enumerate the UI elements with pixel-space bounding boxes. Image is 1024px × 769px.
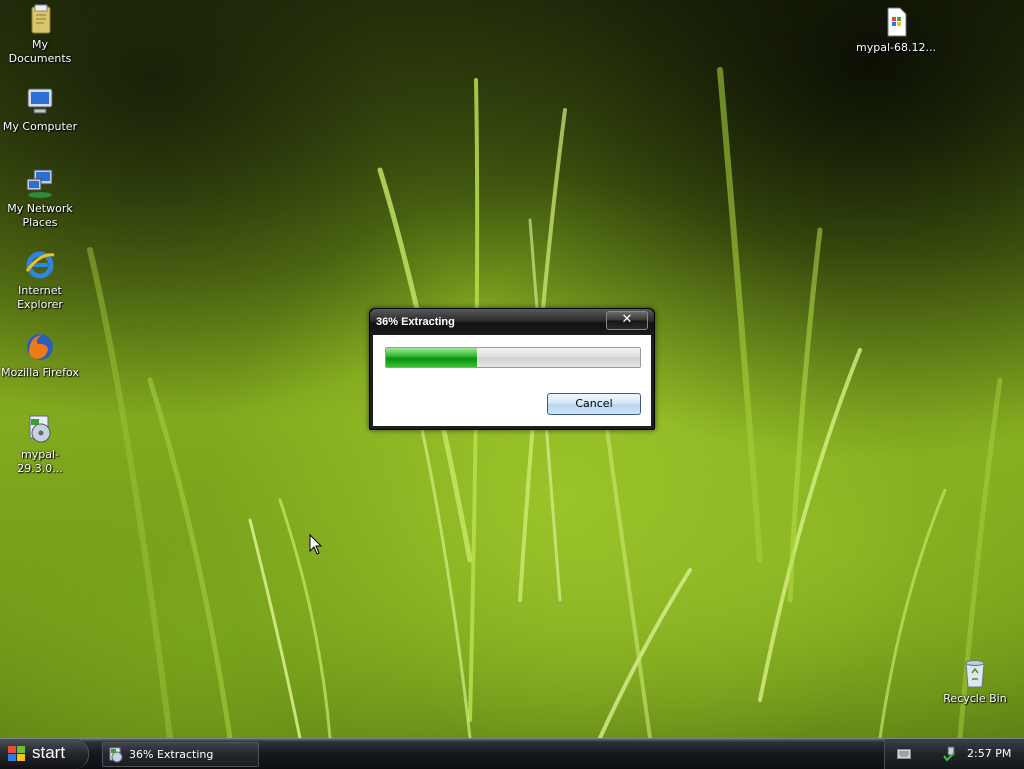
icon-label: Recycle Bin — [943, 692, 1007, 705]
folder-documents-icon — [24, 3, 56, 35]
icon-label: Internet — [18, 284, 62, 297]
icon-label: My Documents — [8, 38, 72, 65]
icon-label: mypal-68.12... — [856, 41, 936, 54]
dialog-body: Cancel — [373, 335, 651, 426]
close-button[interactable]: ✕ — [606, 311, 648, 330]
mouse-pointer-icon — [309, 534, 323, 555]
desktop-icon-mypal-installer[interactable]: mypal-29.3.0... — [0, 413, 80, 476]
icon-label: My Computer — [2, 120, 78, 133]
dialog-titlebar[interactable]: 36% Extracting ✕ — [370, 309, 654, 335]
icon-label: My Network — [7, 202, 73, 215]
taskbar: start 36% Extracting 2:57 PM — [0, 738, 1024, 769]
file-icon — [880, 6, 912, 38]
desktop-icon-mozilla-firefox[interactable]: Mozilla Firefox — [0, 331, 80, 380]
clock: 2:57 PM — [967, 747, 1012, 760]
firefox-icon — [24, 331, 56, 363]
extracting-dialog: 36% Extracting ✕ Cancel — [369, 308, 655, 430]
keyboard-icon[interactable] — [897, 749, 911, 759]
desktop-icon-my-network-places[interactable]: My Network Places — [0, 167, 80, 230]
progress-fill — [386, 348, 478, 367]
desktop-icon-my-computer[interactable]: My Computer — [0, 85, 80, 134]
start-label: start — [32, 743, 66, 762]
dialog-title: 36% Extracting — [376, 316, 455, 328]
computer-icon — [24, 85, 56, 117]
icon-label: Mozilla Firefox — [1, 366, 79, 379]
internet-explorer-icon — [24, 249, 56, 281]
windows-logo-icon — [8, 746, 25, 761]
installer-icon — [24, 413, 56, 445]
taskbar-item-label: 36% Extracting — [129, 748, 214, 761]
cancel-button[interactable]: Cancel — [547, 393, 641, 415]
icon-label: Explorer — [17, 298, 63, 311]
recycle-bin-icon — [959, 657, 991, 689]
desktop-icon-my-documents[interactable]: My Documents — [0, 3, 80, 66]
network-icon — [24, 167, 56, 199]
taskbar-item-extracting[interactable]: 36% Extracting — [102, 742, 259, 767]
extraction-progress-bar — [385, 347, 641, 368]
desktop-icon-mypal-file[interactable]: mypal-68.12... — [856, 6, 936, 55]
desktop-icon-recycle-bin[interactable]: Recycle Bin — [935, 657, 1015, 706]
network-status-icon[interactable] — [942, 746, 958, 762]
start-button[interactable]: start — [0, 739, 89, 769]
desktop-icon-internet-explorer[interactable]: Internet Explorer — [0, 249, 80, 312]
icon-label: Places — [22, 216, 58, 229]
system-tray: 2:57 PM — [884, 739, 1024, 769]
installer-icon — [109, 747, 123, 763]
icon-label: mypal-29.3.0... — [17, 448, 63, 475]
